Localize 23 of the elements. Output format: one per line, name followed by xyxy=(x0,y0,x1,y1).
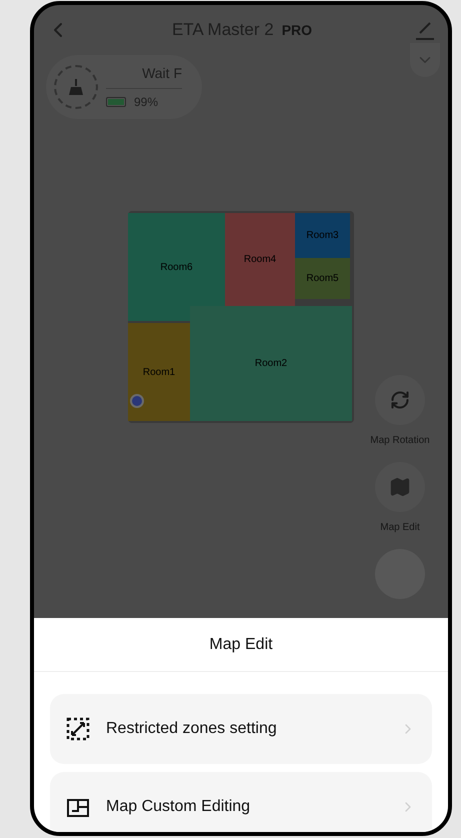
menu-item[interactable]: Restricted zones setting xyxy=(50,694,432,764)
room-label: Room1 xyxy=(142,366,176,380)
room-area[interactable]: Room1 xyxy=(128,323,190,421)
sheet-title: Map Edit xyxy=(209,634,273,654)
room-label: Room3 xyxy=(306,229,339,243)
room-area[interactable]: Room3 xyxy=(295,213,350,258)
broom-icon xyxy=(69,79,83,95)
room-label: Room6 xyxy=(160,260,193,274)
dashed-square-icon xyxy=(66,717,90,741)
floorplan-icon xyxy=(66,796,90,818)
menu-item[interactable]: Map Custom Editing xyxy=(50,772,432,832)
room-area[interactable]: Room6 xyxy=(128,213,225,321)
room-area[interactable]: Room2 xyxy=(190,306,352,421)
room-label: Room5 xyxy=(306,272,339,286)
room-label: Room2 xyxy=(254,357,288,371)
menu-item-label: Map Custom Editing xyxy=(106,797,252,817)
rotate-icon xyxy=(390,390,410,410)
room-area[interactable]: Room5 xyxy=(295,258,350,299)
map-icon xyxy=(389,476,411,498)
dropdown-button[interactable] xyxy=(410,43,440,77)
room-label: Room4 xyxy=(244,253,276,267)
room-area[interactable]: Room4 xyxy=(225,213,295,306)
menu-item-label: Restricted zones setting xyxy=(106,719,278,739)
